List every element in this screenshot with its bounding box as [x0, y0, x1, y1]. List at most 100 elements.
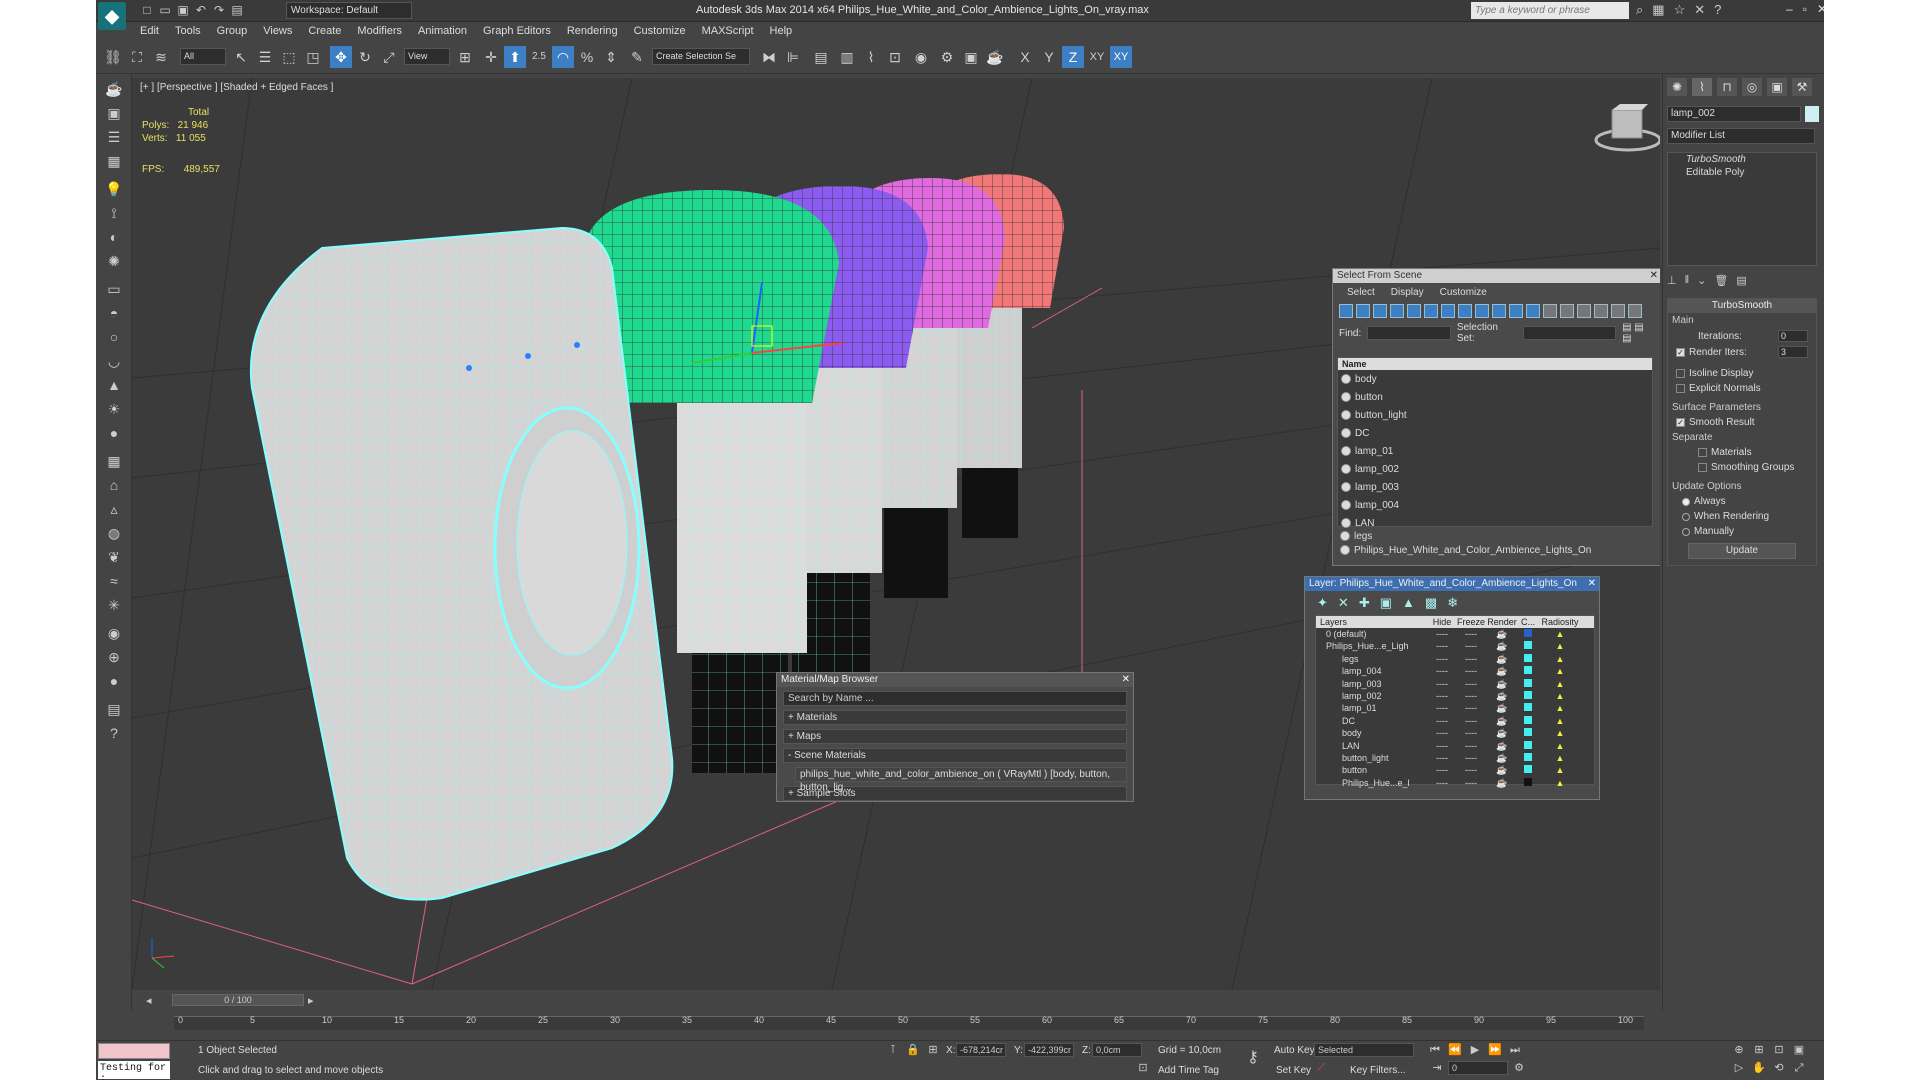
- delete-layer-icon[interactable]: ✕: [1338, 595, 1349, 611]
- key-mode-toggle-icon[interactable]: ⇥: [1430, 1061, 1444, 1075]
- col-radiosity[interactable]: Radiosity: [1538, 616, 1582, 628]
- highlight-icon[interactable]: ▲: [1402, 595, 1415, 611]
- hair-icon[interactable]: ≈: [103, 570, 125, 592]
- layer-row[interactable]: lamp_002 ---- ---- ☕ ▲: [1316, 690, 1594, 702]
- hidden-filter-icon[interactable]: [1526, 304, 1540, 318]
- bowl-icon[interactable]: ◡: [103, 350, 125, 372]
- shapes-filter-icon[interactable]: [1356, 304, 1370, 318]
- layer-row[interactable]: 0 (default) ---- ---- ☕ ▲: [1316, 628, 1594, 640]
- freeze-toggle[interactable]: ----: [1456, 690, 1486, 702]
- layer-color-swatch[interactable]: [1518, 740, 1538, 752]
- prev-frame-icon[interactable]: ◂: [146, 994, 152, 1007]
- cameras-filter-icon[interactable]: [1390, 304, 1404, 318]
- radiosity-icon[interactable]: ▲: [1538, 628, 1582, 640]
- invert-icon[interactable]: [1577, 304, 1591, 318]
- layer-color-swatch[interactable]: [1518, 752, 1538, 764]
- mmb-maps-section[interactable]: + Maps: [783, 729, 1127, 744]
- favorites-icon[interactable]: ☆: [1674, 2, 1686, 18]
- abs-mode-icon[interactable]: ⊞: [926, 1043, 940, 1057]
- maxscript-input[interactable]: Testing for :: [98, 1061, 170, 1080]
- graphite-icon[interactable]: ▥: [836, 46, 858, 68]
- config-icon[interactable]: ▤: [103, 698, 125, 720]
- render-teapot-icon[interactable]: ☕: [1486, 653, 1518, 665]
- col-color[interactable]: C...: [1518, 616, 1538, 628]
- current-frame-field[interactable]: 0: [1448, 1061, 1508, 1075]
- blue-sphere-icon[interactable]: ◉: [103, 622, 125, 644]
- curve-editor-icon[interactable]: ⌇: [860, 46, 882, 68]
- window-crossing-icon[interactable]: ◳: [302, 46, 324, 68]
- mmb-search-input[interactable]: Search by Name ...: [783, 691, 1127, 706]
- gizmo-icon[interactable]: ⊕: [103, 646, 125, 668]
- modify-tab-icon[interactable]: ⌇: [1692, 78, 1712, 96]
- col-layers[interactable]: Layers: [1316, 616, 1428, 628]
- isoline-checkbox[interactable]: [1676, 369, 1685, 378]
- iterations-spinner[interactable]: 0: [1778, 330, 1808, 342]
- layer-row[interactable]: DC ---- ---- ☕ ▲: [1316, 715, 1594, 727]
- disc-icon[interactable]: ●: [103, 422, 125, 444]
- radiosity-icon[interactable]: ▲: [1538, 640, 1582, 652]
- radiosity-icon[interactable]: ▲: [1538, 740, 1582, 752]
- list-header-name[interactable]: Name: [1338, 358, 1652, 370]
- render-teapot-icon[interactable]: ☕: [1486, 665, 1518, 677]
- configure-sets-icon[interactable]: ▤: [1736, 274, 1746, 287]
- perspective-viewport[interactable]: [+ ] [Perspective ] [Shaded + Edged Face…: [132, 78, 1660, 990]
- add-time-tag[interactable]: Add Time Tag: [1158, 1065, 1219, 1076]
- object-color-swatch[interactable]: [1805, 106, 1819, 122]
- mmb-sample-slots-section[interactable]: + Sample Slots: [783, 786, 1127, 801]
- hide-toggle[interactable]: ----: [1428, 752, 1456, 764]
- geometry-filter-icon[interactable]: [1339, 304, 1353, 318]
- mmb-materials-section[interactable]: + Materials: [783, 710, 1127, 725]
- auto-key-button[interactable]: Auto Key: [1274, 1045, 1315, 1056]
- calc-icon[interactable]: ▦: [103, 150, 125, 172]
- goto-end-icon[interactable]: ⏭: [1508, 1043, 1522, 1057]
- max-logo-icon[interactable]: ◆: [98, 2, 126, 30]
- zoom-all-icon[interactable]: ⊞: [1752, 1043, 1766, 1057]
- render-teapot-icon[interactable]: ☕: [1486, 628, 1518, 640]
- list-item[interactable]: button: [1338, 388, 1652, 406]
- save-icon[interactable]: ▣: [176, 3, 190, 17]
- freeze-toggle[interactable]: ----: [1456, 678, 1486, 690]
- align-icon[interactable]: ⊫: [782, 46, 804, 68]
- radiosity-icon[interactable]: ▲: [1538, 678, 1582, 690]
- mirror-icon[interactable]: ⧓: [758, 46, 780, 68]
- unlink-icon[interactable]: ⛶: [126, 46, 148, 68]
- material-editor-icon[interactable]: ◉: [910, 46, 932, 68]
- lock-selection-icon[interactable]: 🔒: [906, 1043, 920, 1057]
- select-scale-icon[interactable]: ⤢: [378, 46, 400, 68]
- rect-selection-icon[interactable]: ⬚: [278, 46, 300, 68]
- menu-group[interactable]: Group: [209, 22, 256, 40]
- minimize-icon[interactable]: –: [1786, 2, 1793, 16]
- edit-named-sel-icon[interactable]: ✎: [626, 46, 648, 68]
- axis-x-button[interactable]: X: [1014, 46, 1036, 68]
- binoculars-icon[interactable]: ⌕: [1636, 2, 1643, 18]
- question-icon[interactable]: ?: [103, 722, 125, 744]
- hide-toggle[interactable]: ----: [1428, 653, 1456, 665]
- time-tag-icon[interactable]: ⊡: [1136, 1061, 1150, 1075]
- list-item[interactable]: legs: [1337, 529, 1653, 543]
- scene-material-item[interactable]: philips_hue_white_and_color_ambience_on …: [795, 767, 1127, 793]
- add-to-layer-icon[interactable]: ✚: [1359, 595, 1370, 611]
- list-item[interactable]: lamp_01: [1338, 442, 1652, 460]
- key-filters-button[interactable]: Key Filters...: [1350, 1065, 1406, 1076]
- list-item[interactable]: lamp_003: [1338, 478, 1652, 496]
- radiosity-icon[interactable]: ▲: [1538, 715, 1582, 727]
- menu-rendering[interactable]: Rendering: [559, 22, 626, 40]
- rollout-title[interactable]: TurboSmooth: [1668, 299, 1816, 313]
- close-icon[interactable]: ✕: [1817, 2, 1824, 16]
- plane-icon[interactable]: ▭: [103, 278, 125, 300]
- layer-row[interactable]: Philips_Hue...e_Ligh ---- ---- ☕ ▲: [1316, 640, 1594, 652]
- menu-create[interactable]: Create: [300, 22, 349, 40]
- helpers-filter-icon[interactable]: [1407, 304, 1421, 318]
- hierarchy-tab-icon[interactable]: ⊓: [1717, 78, 1737, 96]
- layer-row[interactable]: button_light ---- ---- ☕ ▲: [1316, 752, 1594, 764]
- select-object-icon[interactable]: ↖: [230, 46, 252, 68]
- sfs-menu-customize[interactable]: Customize: [1440, 287, 1487, 298]
- x-coordinate[interactable]: -678,214cr: [956, 1043, 1006, 1057]
- layer-color-swatch[interactable]: [1518, 727, 1538, 739]
- ref-coord-dropdown[interactable]: View: [404, 48, 450, 65]
- list-item[interactable]: body: [1338, 370, 1652, 388]
- particles-icon[interactable]: ✺: [103, 250, 125, 272]
- redo-icon[interactable]: ↷: [212, 3, 226, 17]
- list-item[interactable]: lamp_002: [1338, 460, 1652, 478]
- hide-toggle[interactable]: ----: [1428, 628, 1456, 640]
